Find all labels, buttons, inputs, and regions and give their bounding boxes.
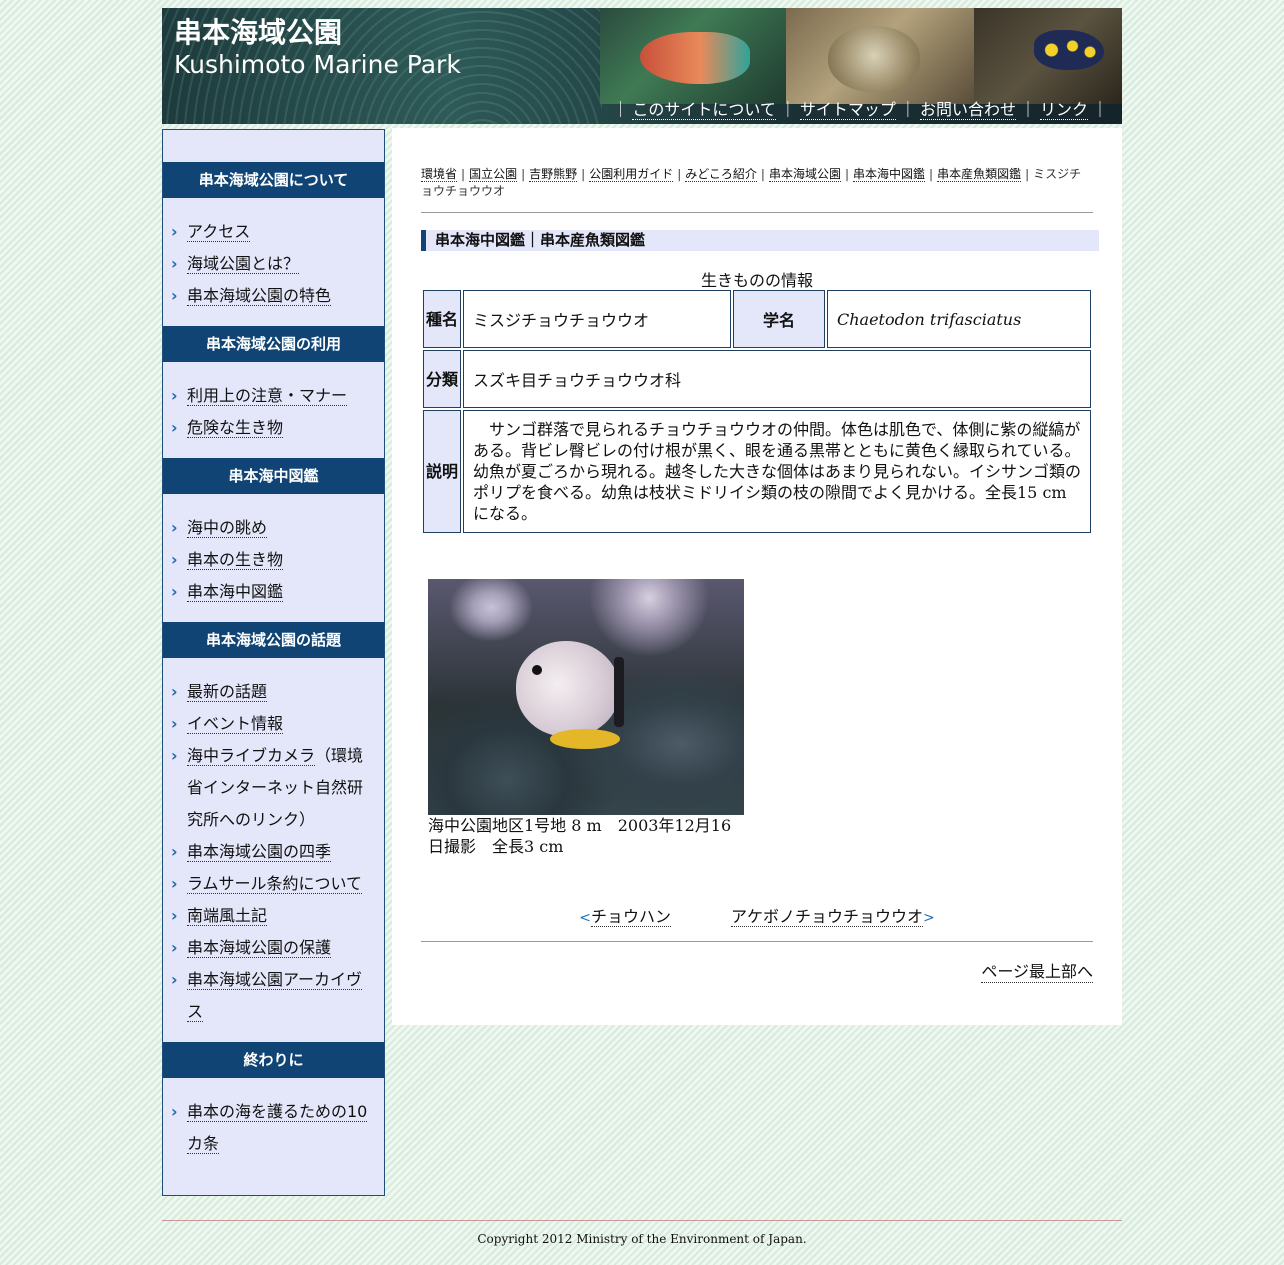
breadcrumb-kushimoto-park[interactable]: 串本海域公園 bbox=[768, 167, 841, 182]
classification-value: スズキ目チョウチョウウオ科 bbox=[463, 350, 1091, 408]
sidebar-item: 海域公園とは？ bbox=[171, 248, 374, 280]
top-nav: ｜このサイトについて｜サイトマップ｜お問い合わせ｜リンク｜ bbox=[612, 100, 1108, 120]
sidebar-item: 串本海中図鑑 bbox=[171, 576, 374, 608]
sidebar-link-ramsar[interactable]: ラムサール条約について bbox=[187, 874, 363, 894]
sidebar: 串本海域公園について アクセス 海域公園とは？ 串本海域公園の特色 串本海域公園… bbox=[162, 129, 385, 1196]
fish-band bbox=[614, 657, 624, 727]
sidebar-link-news[interactable]: 最新の話題 bbox=[187, 682, 268, 702]
sidebar-link-live-camera[interactable]: 海中ライブカメラ bbox=[187, 746, 316, 766]
footer-divider bbox=[162, 1220, 1122, 1221]
classification-label: 分類 bbox=[423, 350, 461, 408]
nav-about[interactable]: このサイトについて bbox=[632, 100, 776, 120]
sidebar-item: 串本海域公園アーカイヴス bbox=[171, 964, 374, 1028]
sidebar-heading-closing: 終わりに bbox=[163, 1042, 384, 1078]
site-title-en: Kushimoto Marine Park bbox=[174, 50, 461, 80]
nav-sitemap[interactable]: サイトマップ bbox=[799, 100, 896, 120]
site-logo[interactable]: 串本海域公園 Kushimoto Marine Park bbox=[174, 16, 461, 81]
sidebar-link-nantan[interactable]: 南端風土記 bbox=[187, 906, 268, 926]
prev-link[interactable]: チョウハン bbox=[590, 907, 671, 927]
description-label: 説明 bbox=[423, 410, 461, 533]
sidebar-heading-usage: 串本海域公園の利用 bbox=[163, 326, 384, 362]
sidebar-item: 串本の海を護るための10カ条 bbox=[171, 1096, 374, 1160]
divider bbox=[421, 212, 1093, 213]
scientific-label: 学名 bbox=[733, 290, 825, 348]
prev-arrow-icon: < bbox=[579, 910, 591, 926]
breadcrumb-highlights[interactable]: みどころ紹介 bbox=[685, 167, 757, 182]
sidebar-link-dangerous[interactable]: 危険な生き物 bbox=[187, 418, 284, 438]
sidebar-link-access[interactable]: アクセス bbox=[187, 222, 251, 242]
site-header: 串本海域公園 Kushimoto Marine Park ｜このサイトについて｜… bbox=[162, 8, 1122, 124]
breadcrumb-yoshino-kumano[interactable]: 吉野熊野 bbox=[529, 167, 578, 182]
main-content: 環境省 | 国立公園 | 吉野熊野 | 公園利用ガイド | みどころ紹介 | 串本海域公園 | 串本海中… bbox=[392, 128, 1122, 1025]
divider bbox=[421, 941, 1093, 942]
scientific-name-text: Chaetodon trifasciatus bbox=[837, 309, 1022, 329]
sidebar-item: 串本海域公園の四季 bbox=[171, 836, 374, 868]
scientific-name: Chaetodon trifasciatus bbox=[827, 290, 1091, 348]
next-arrow-icon: > bbox=[923, 910, 935, 926]
section-title: 串本海中図鑑｜串本産魚類図鑑 bbox=[421, 230, 1099, 251]
species-name: ミスジチョウチョウウオ bbox=[463, 290, 731, 348]
page-top-link[interactable]: ページ最上部へ bbox=[981, 958, 1093, 983]
sidebar-item: 海中ライブカメラ（環境省インターネット自然研究所へのリンク） bbox=[171, 740, 374, 836]
sidebar-heading-guide: 串本海中図鑑 bbox=[163, 458, 384, 494]
nav-contact[interactable]: お問い合わせ bbox=[919, 100, 1016, 120]
nav-links[interactable]: リンク bbox=[1039, 100, 1088, 120]
sidebar-link-what-is[interactable]: 海域公園とは？ bbox=[187, 254, 300, 274]
fish-eye bbox=[532, 665, 542, 675]
photo-caption: 海中公園地区1号地 8 m 2003年12月16日撮影 全長3 cm bbox=[428, 816, 732, 856]
fish-body bbox=[516, 641, 620, 737]
sidebar-item: イベント情報 bbox=[171, 708, 374, 740]
sidebar-item: 串本海域公園の保護 bbox=[171, 932, 374, 964]
sidebar-link-view[interactable]: 海中の眺め bbox=[187, 518, 268, 538]
breadcrumb-usage-guide[interactable]: 公園利用ガイド bbox=[589, 167, 674, 182]
sidebar-item: 海中の眺め bbox=[171, 512, 374, 544]
sidebar-link-ten-rules[interactable]: 串本の海を護るための10カ条 bbox=[187, 1102, 368, 1154]
description-text: サンゴ群落で見られるチョウチョウウオの仲間。体色は肌色で、体側に紫の縦縞がある。… bbox=[463, 410, 1091, 533]
scorpionfish-image bbox=[828, 26, 920, 92]
parrotfish-image bbox=[640, 32, 750, 84]
sidebar-link-seasons[interactable]: 串本海域公園の四季 bbox=[187, 842, 332, 862]
sidebar-heading-about: 串本海域公園について bbox=[163, 162, 384, 198]
sidebar-link-events[interactable]: イベント情報 bbox=[187, 714, 284, 734]
next-link[interactable]: アケボノチョウチョウウオ bbox=[731, 907, 924, 927]
breadcrumb-fish-guide[interactable]: 串本産魚類図鑑 bbox=[937, 167, 1022, 182]
sidebar-item: 利用上の注意・マナー bbox=[171, 380, 374, 412]
sidebar-link-archives[interactable]: 串本海域公園アーカイヴス bbox=[187, 970, 363, 1022]
sidebar-link-features[interactable]: 串本海域公園の特色 bbox=[187, 286, 332, 306]
fish-tail bbox=[550, 729, 620, 749]
sidebar-link-manners[interactable]: 利用上の注意・マナー bbox=[187, 386, 348, 406]
sidebar-link-protection[interactable]: 串本海域公園の保護 bbox=[187, 938, 332, 958]
sidebar-item: 串本海域公園の特色 bbox=[171, 280, 374, 312]
sidebar-link-creatures[interactable]: 串本の生き物 bbox=[187, 550, 284, 570]
sidebar-item: 最新の話題 bbox=[171, 676, 374, 708]
breadcrumb: 環境省 | 国立公園 | 吉野熊野 | 公園利用ガイド | みどころ紹介 | 串本海域公園 | 串本海中… bbox=[421, 167, 1082, 198]
sidebar-link-guide[interactable]: 串本海中図鑑 bbox=[187, 582, 284, 602]
sidebar-item: 危険な生き物 bbox=[171, 412, 374, 444]
breadcrumb-national-parks[interactable]: 国立公園 bbox=[469, 167, 518, 182]
copyright: Copyright 2012 Ministry of the Environme… bbox=[477, 1232, 807, 1246]
prev-next-nav: <チョウハン アケボノチョウチョウウオ> bbox=[421, 903, 1093, 927]
sidebar-heading-topics: 串本海域公園の話題 bbox=[163, 622, 384, 658]
sidebar-item: ラムサール条約について bbox=[171, 868, 374, 900]
sidebar-item: 南端風土記 bbox=[171, 900, 374, 932]
breadcrumb-marine-guide[interactable]: 串本海中図鑑 bbox=[853, 167, 926, 182]
nudibranch-image bbox=[1034, 30, 1104, 70]
species-info-table: 種名 ミスジチョウチョウウオ 学名 Chaetodon trifasciatus… bbox=[421, 288, 1093, 535]
breadcrumb-moe[interactable]: 環境省 bbox=[421, 167, 458, 182]
fish-photo bbox=[428, 579, 744, 815]
sidebar-item: アクセス bbox=[171, 216, 374, 248]
sidebar-item: 串本の生き物 bbox=[171, 544, 374, 576]
site-title-jp: 串本海域公園 bbox=[174, 16, 343, 49]
species-label: 種名 bbox=[423, 290, 461, 348]
